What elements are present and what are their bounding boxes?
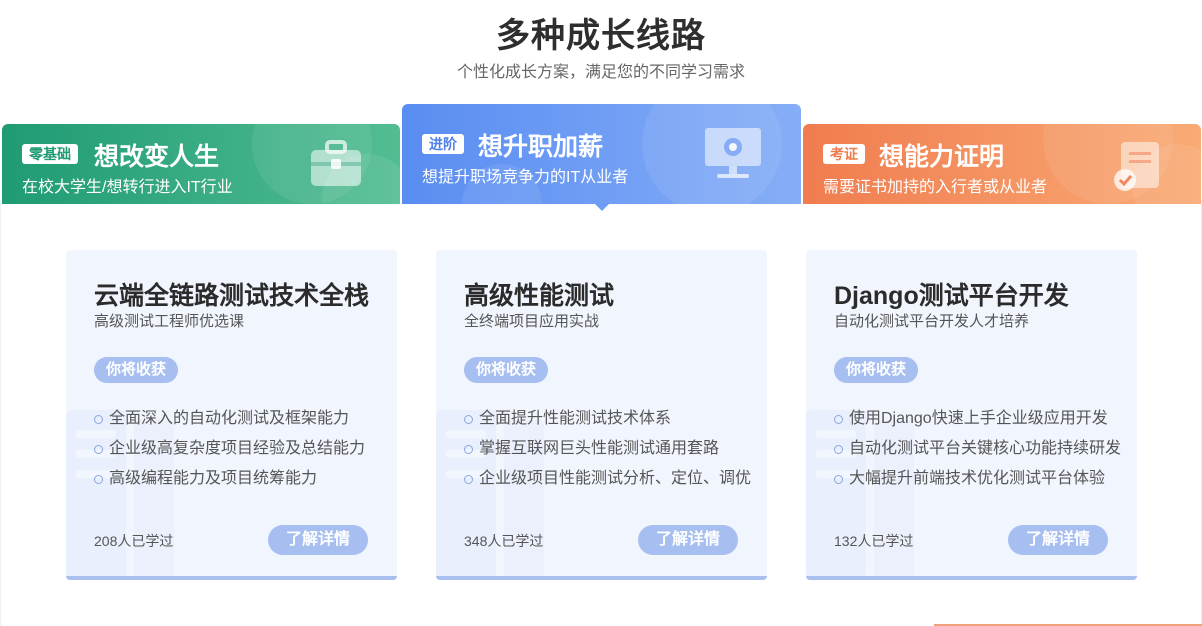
learned-count: 348人已学过	[464, 533, 544, 549]
list-item: 大幅提升前端技术优化测试平台体验	[834, 468, 1121, 498]
learned-count: 132人已学过	[834, 533, 914, 549]
tab-description: 需要证书加持的入行者或从业者	[823, 179, 1048, 196]
gain-label: 你将收获	[94, 357, 179, 383]
active-tab-pointer	[594, 203, 610, 211]
tab-description: 在校大学生/想转行进入IT行业	[22, 179, 233, 196]
list-item: 企业级项目性能测试分析、定位、调优	[464, 468, 751, 498]
certificate-icon	[1111, 140, 1163, 199]
tab-title: 想改变人生	[94, 143, 220, 171]
list-item: 高级编程能力及项目统筹能力	[94, 468, 365, 498]
tab-title: 想能力证明	[879, 143, 1005, 171]
detail-button[interactable]: 了解详情	[638, 525, 738, 555]
monitor-gear-icon	[703, 126, 763, 187]
section-title: 多种成长线路	[496, 17, 706, 55]
course-subtitle: 高级测试工程师优选课	[94, 313, 245, 330]
tab-badge: 进阶	[422, 134, 464, 154]
list-item: 全面提升性能测试技术体系	[464, 408, 751, 438]
course-card-django: Django测试平台开发 自动化测试平台开发人才培养 你将收获 使用Django…	[806, 250, 1137, 580]
detail-button[interactable]: 了解详情	[1008, 525, 1108, 555]
gain-label: 你将收获	[834, 357, 919, 383]
course-card-performance: 高级性能测试 全终端项目应用实战 你将收获 全面提升性能测试技术体系 掌握互联网…	[436, 250, 767, 580]
gain-list: 全面提升性能测试技术体系 掌握互联网巨头性能测试通用套路 企业级项目性能测试分析…	[464, 408, 751, 498]
course-title: 云端全链路测试技术全栈	[94, 282, 370, 310]
tab-advanced[interactable]: 进阶 想升职加薪 想提升职场竞争力的IT从业者	[402, 104, 801, 204]
section-subtitle: 个性化成长方案，满足您的不同学习需求	[456, 64, 745, 81]
tab-zero-basis[interactable]: 零基础 想改变人生 在校大学生/想转行进入IT行业	[2, 124, 400, 204]
gain-list: 使用Django快速上手企业级应用开发 自动化测试平台关键核心功能持续研发 大幅…	[834, 408, 1121, 498]
gain-list: 全面深入的自动化测试及框架能力 企业级高复杂度项目经验及总结能力 高级编程能力及…	[94, 408, 365, 498]
course-card-cloud-fullstack: 云端全链路测试技术全栈 高级测试工程师优选课 你将收获 全面深入的自动化测试及框…	[66, 250, 397, 580]
list-item: 使用Django快速上手企业级应用开发	[834, 408, 1121, 438]
list-item: 全面深入的自动化测试及框架能力	[94, 408, 365, 438]
tab-title: 想升职加薪	[478, 133, 604, 161]
briefcase-icon	[310, 140, 362, 193]
course-title: Django测试平台开发	[834, 282, 1069, 310]
tab-badge: 零基础	[22, 144, 78, 164]
gain-label: 你将收获	[464, 357, 549, 383]
course-subtitle: 全终端项目应用实战	[464, 313, 600, 330]
course-title: 高级性能测试	[464, 282, 615, 310]
tab-certificate[interactable]: 考证 想能力证明 需要证书加持的入行者或从业者	[803, 124, 1201, 204]
course-subtitle: 自动化测试平台开发人才培养	[834, 313, 1030, 330]
list-item: 企业级高复杂度项目经验及总结能力	[94, 438, 365, 468]
learned-count: 208人已学过	[94, 533, 174, 549]
tab-badge: 考证	[823, 144, 865, 164]
list-item: 掌握互联网巨头性能测试通用套路	[464, 438, 751, 468]
list-item: 自动化测试平台关键核心功能持续研发	[834, 438, 1121, 468]
tab-description: 想提升职场竞争力的IT从业者	[422, 169, 629, 186]
detail-button[interactable]: 了解详情	[268, 525, 368, 555]
